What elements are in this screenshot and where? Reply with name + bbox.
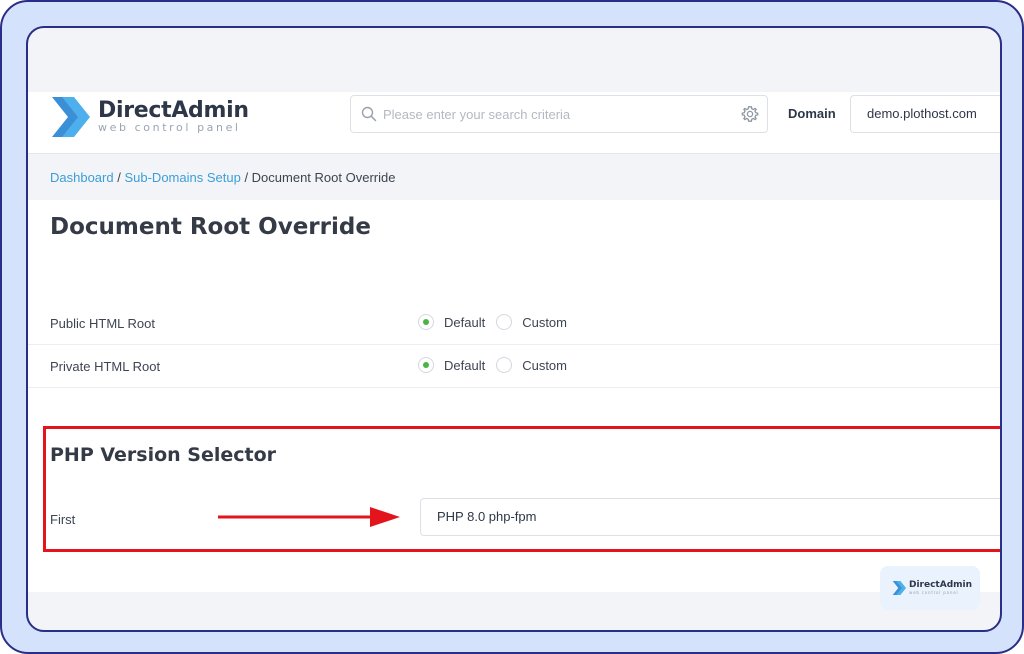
brand-logo[interactable]: DirectAdmin web control panel xyxy=(50,94,249,140)
breadcrumb-current: Document Root Override xyxy=(251,170,396,185)
search-icon xyxy=(361,106,377,122)
breadcrumb-subdomains-setup[interactable]: Sub-Domains Setup xyxy=(124,170,240,185)
radio-label-custom: Custom xyxy=(522,314,567,330)
directadmin-watermark: DirectAdmin web control panel xyxy=(880,566,980,610)
radio-group-public-html-root: Default Custom xyxy=(418,314,578,330)
domain-selector[interactable]: demo.plothost.com xyxy=(850,95,1000,133)
search-bar xyxy=(350,95,768,133)
top-header: DirectAdmin web control panel Domain xyxy=(28,92,1000,154)
radio-label-default: Default xyxy=(444,314,486,330)
domain-label: Domain xyxy=(788,106,836,121)
setting-row-private-html-root: Private HTML Root Default Custom xyxy=(28,345,1000,388)
browser-viewport: DirectAdmin web control panel Domain xyxy=(26,26,1002,632)
breadcrumb-dashboard[interactable]: Dashboard xyxy=(50,170,114,185)
radio-custom[interactable] xyxy=(496,357,513,373)
directadmin-chevrons-icon xyxy=(52,97,90,137)
brand-name: DirectAdmin xyxy=(98,98,249,123)
breadcrumb-separator: / xyxy=(244,170,252,185)
setting-label: Private HTML Root xyxy=(50,359,161,374)
arrow-right-icon xyxy=(218,507,400,527)
radio-default[interactable] xyxy=(418,357,434,373)
radio-group-private-html-root: Default Custom xyxy=(418,357,578,373)
radio-default[interactable] xyxy=(418,314,434,330)
main-content: Document Root Override Public HTML Root … xyxy=(28,200,1000,592)
radio-custom[interactable] xyxy=(496,314,513,330)
brand-tagline: web control panel xyxy=(98,121,241,134)
search-input[interactable] xyxy=(383,96,723,132)
breadcrumb: Dashboard / Sub-Domains Setup / Document… xyxy=(50,170,395,185)
setting-label: Public HTML Root xyxy=(50,316,155,331)
watermark-brand-tagline: web control panel xyxy=(909,589,959,595)
page-title: Document Root Override xyxy=(50,214,371,240)
gear-icon[interactable] xyxy=(741,105,759,123)
radio-label-default: Default xyxy=(444,357,486,373)
setting-row-public-html-root: Public HTML Root Default Custom xyxy=(28,302,1000,345)
radio-label-custom: Custom xyxy=(522,357,567,373)
directadmin-chevrons-icon xyxy=(892,581,906,595)
annotation-highlight-box xyxy=(43,426,1000,552)
screenshot-frame: DirectAdmin web control panel Domain xyxy=(0,0,1024,654)
watermark-brand-name: DirectAdmin xyxy=(909,579,973,590)
